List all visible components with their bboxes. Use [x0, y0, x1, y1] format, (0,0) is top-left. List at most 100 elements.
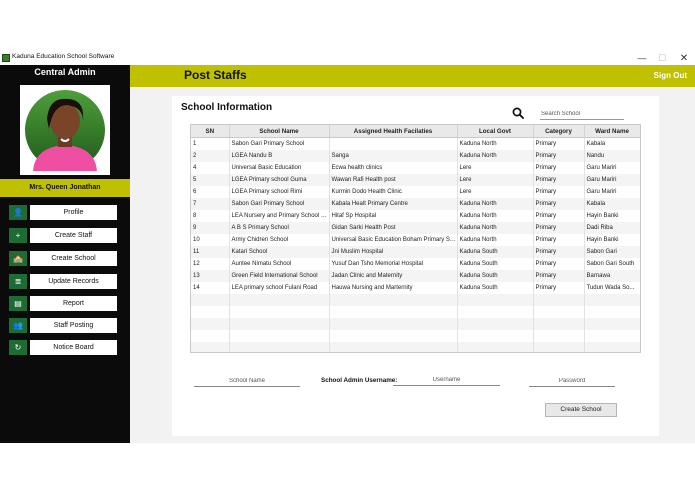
- table-cell: Primary: [533, 246, 585, 258]
- table-cell: [329, 330, 458, 342]
- sidebar-header: Central Admin: [34, 67, 96, 77]
- table-cell: Primary: [533, 258, 585, 270]
- table-cell: [191, 342, 230, 352]
- table-row[interactable]: 9A B S Primary School Gidan Sarki Health …: [191, 222, 640, 234]
- sidebar-item-create-school[interactable]: 🏫 Create School: [9, 251, 117, 266]
- create-staff-button[interactable]: Create Staff: [30, 228, 117, 243]
- column-header-local-govt[interactable]: Local Govt: [457, 125, 534, 138]
- empty-table-row: [191, 318, 640, 330]
- table-cell: Kaduna North: [457, 137, 534, 150]
- sidebar-item-notice-board[interactable]: ↻ Notice Board: [9, 340, 117, 355]
- sidebar-item-update-records[interactable]: ≣ Update Records: [9, 274, 117, 289]
- empty-table-row: [191, 306, 640, 318]
- table-cell: Lere: [457, 186, 534, 198]
- table-row[interactable]: 7 Sabon Gari Primary School Kabala Healt P…: [191, 198, 640, 210]
- table-cell: Primary: [533, 150, 585, 162]
- report-button[interactable]: Report: [30, 296, 117, 311]
- sidebar-item-report[interactable]: ▤ Report: [9, 296, 117, 311]
- table-row[interactable]: 8 LEA Nursery and Primary School U... Hita…: [191, 210, 640, 222]
- table-row[interactable]: 4 Universal Basic Education Ecwa health cl…: [191, 162, 640, 174]
- create-school-button[interactable]: Create School: [545, 403, 617, 417]
- school-info-card: School Information SN School Name Assign…: [172, 96, 659, 436]
- table-cell: Primary: [533, 282, 585, 294]
- sign-out-link[interactable]: Sign Out: [654, 71, 687, 80]
- profile-button[interactable]: Profile: [30, 205, 117, 220]
- school-name-input[interactable]: [194, 375, 300, 387]
- table-cell: [329, 294, 458, 306]
- notice-board-button[interactable]: Notice Board: [30, 340, 117, 355]
- username-input[interactable]: [393, 374, 500, 386]
- empty-table-row: [191, 294, 640, 306]
- table-cell: Primary: [533, 186, 585, 198]
- table-cell: [229, 330, 330, 342]
- maximize-icon[interactable]: ☐: [652, 52, 672, 65]
- table-cell: 11: [191, 246, 230, 258]
- table-cell: [229, 306, 330, 318]
- search-input[interactable]: [540, 108, 624, 120]
- sidebar-item-create-staff[interactable]: + Create Staff: [9, 228, 117, 243]
- table-cell: A B S Primary School: [229, 222, 330, 234]
- column-header-ward-name[interactable]: Ward Name: [584, 125, 640, 138]
- table-cell: Kaduna North: [457, 150, 534, 162]
- table-cell: [533, 342, 585, 352]
- table-cell: Primary: [533, 222, 585, 234]
- table-cell: Sabon Gari: [584, 246, 640, 258]
- table-cell: Kaduna North: [457, 234, 534, 246]
- table-cell: Primary: [533, 137, 585, 150]
- table-cell: Kaduna South: [457, 282, 534, 294]
- table-cell: Sabon Gari South: [584, 258, 640, 270]
- table-cell: [584, 306, 640, 318]
- table-cell: [329, 137, 458, 150]
- table-cell: 7: [191, 198, 230, 210]
- table-cell: Hauwa Nursing and Marternity: [329, 282, 458, 294]
- user-name-bar: Mrs. Queen Jonathan: [0, 179, 130, 197]
- column-header-category[interactable]: Category: [533, 125, 585, 138]
- table-row[interactable]: 13 Green Field International School Jadan …: [191, 270, 640, 282]
- table-cell: 9: [191, 222, 230, 234]
- school-admin-username-label: School Admin Username:: [321, 377, 398, 384]
- table-header-row: SN School Name Assigned Health Facilatie…: [191, 125, 640, 138]
- table-cell: [329, 306, 458, 318]
- table-cell: Yusuf Dan Tsho Memorial Hospital: [329, 258, 458, 270]
- update-records-button[interactable]: Update Records: [30, 274, 117, 289]
- table-cell: [533, 306, 585, 318]
- table-cell: 10: [191, 234, 230, 246]
- minimize-icon[interactable]: —: [632, 52, 652, 65]
- column-header-school-name[interactable]: School Name: [229, 125, 330, 138]
- table-row[interactable]: 12 Auntee Nimatu School Yusuf Dan Tsho Mem…: [191, 258, 640, 270]
- table-cell: LGEA Nandu B: [229, 150, 330, 162]
- column-header-sn[interactable]: SN: [191, 125, 230, 138]
- table-row[interactable]: 5 LGEA Primary school Guma Wawan Rafi Heal…: [191, 174, 640, 186]
- staff-posting-button[interactable]: Staff Posting: [30, 318, 117, 333]
- table-row[interactable]: 2 LGEA Nandu B Sanga Kaduna North Primary Nan…: [191, 150, 640, 162]
- sidebar-item-staff-posting[interactable]: 👥 Staff Posting: [9, 318, 117, 333]
- search-icon[interactable]: [512, 107, 524, 119]
- table-cell: [191, 294, 230, 306]
- create-school-nav-button[interactable]: Create School: [30, 251, 117, 266]
- header-bar: Post Staffs Sign Out: [130, 65, 695, 87]
- table-row[interactable]: 6 LGEA Primary school Rimi Kurmin Dodo Hea…: [191, 186, 640, 198]
- table-row[interactable]: 14 LEA primary school Fulani Road Hauwa Nu…: [191, 282, 640, 294]
- table-cell: Lere: [457, 174, 534, 186]
- table-cell: 5: [191, 174, 230, 186]
- table-cell: Dadi Riba: [584, 222, 640, 234]
- table-cell: 13: [191, 270, 230, 282]
- report-icon: ▤: [9, 296, 27, 311]
- table-row[interactable]: 10 Army Chidren School Universal Basic Edu…: [191, 234, 640, 246]
- table-cell: Primary: [533, 162, 585, 174]
- close-icon[interactable]: ✕: [674, 52, 694, 65]
- table-cell: Primary: [533, 198, 585, 210]
- table-row[interactable]: 11 Katari School Jni Muslim Hospital Kaduna…: [191, 246, 640, 258]
- table-cell: Kaduna South: [457, 258, 534, 270]
- table-cell: Garu Mariri: [584, 174, 640, 186]
- table-cell: Kabala: [584, 137, 640, 150]
- table-cell: Kurmin Dodo Health Clinic: [329, 186, 458, 198]
- password-input[interactable]: [529, 375, 615, 387]
- sidebar-item-profile[interactable]: 👤 Profile: [9, 205, 117, 220]
- column-header-health-facilities[interactable]: Assigned Health Facilaties: [329, 125, 458, 138]
- school-table: SN School Name Assigned Health Facilatie…: [190, 124, 641, 353]
- table-row[interactable]: 1 Sabon Gari Primary School Kaduna North Pr…: [191, 137, 640, 150]
- table-cell: Garu Mariri: [584, 162, 640, 174]
- table-cell: Nandu: [584, 150, 640, 162]
- table-cell: [457, 318, 534, 330]
